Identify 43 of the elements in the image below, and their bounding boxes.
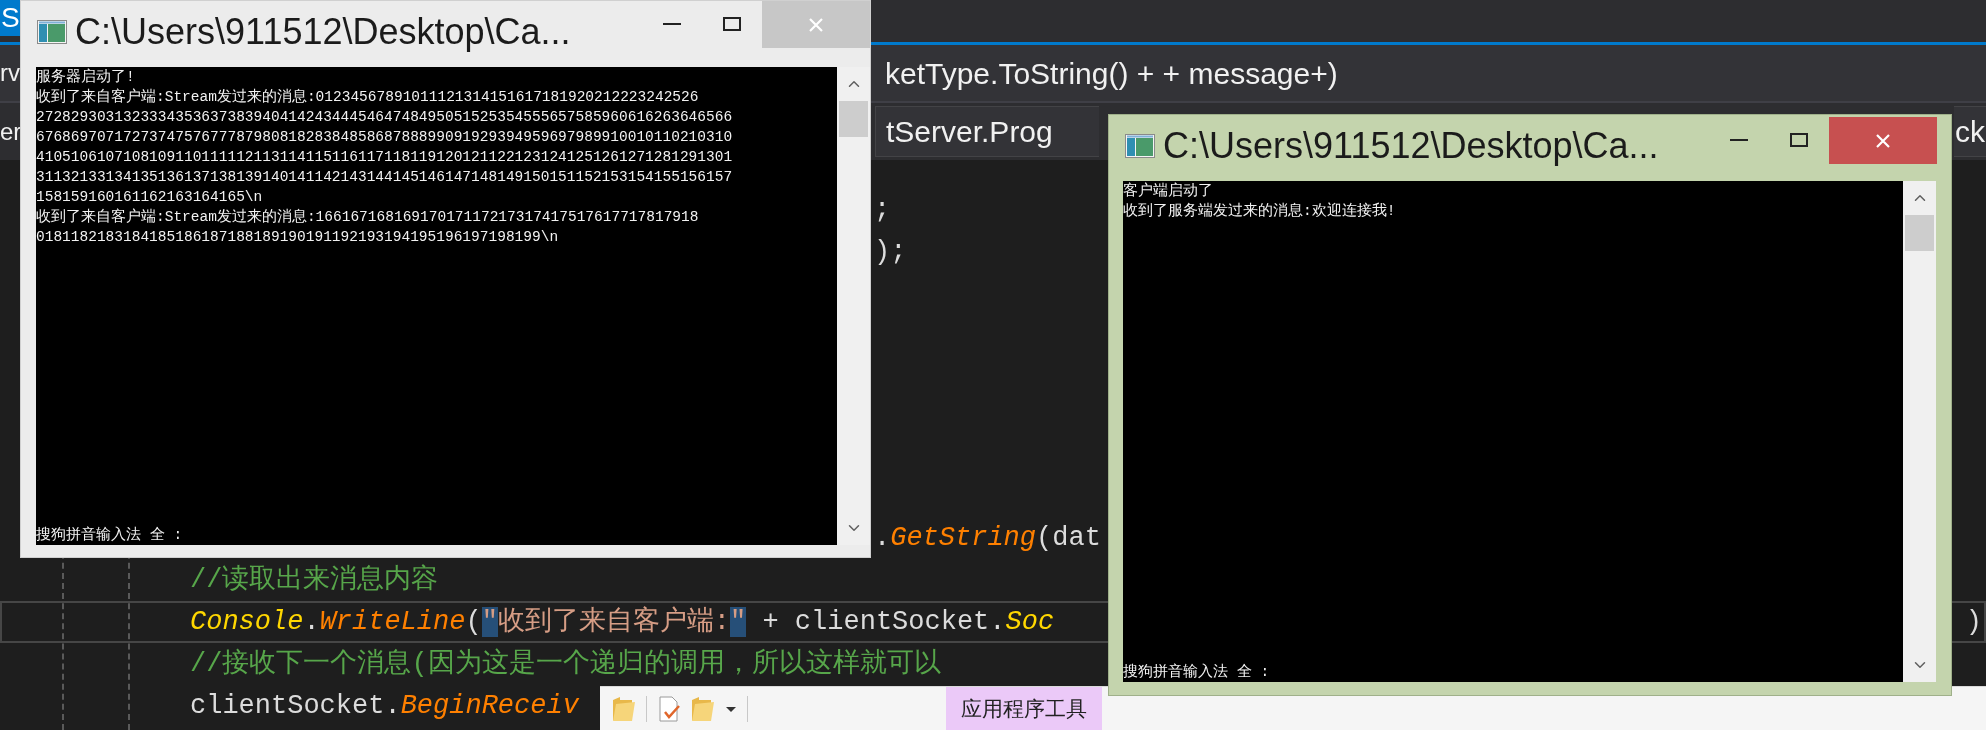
ime-status: 搜狗拼音输入法 全 : <box>36 525 184 545</box>
code-line: //读取出来消息内容 <box>190 563 439 597</box>
code-line: //接收下一个消息(因为这是一个递归的调用，所以这样就可以 <box>190 647 941 681</box>
maximize-icon[interactable] <box>723 17 741 31</box>
navigation-dropdown[interactable]: tServer.Prog <box>875 106 1099 157</box>
scrollbar[interactable] <box>837 67 870 545</box>
console-line: 服务器启动了! <box>36 67 136 87</box>
console-line: 67686970717273747576777879808182838485868788899091929394959697989910010110210310 <box>36 128 734 147</box>
code-line: clientSocket.BeginReceiv <box>190 689 579 723</box>
context-tab[interactable]: 应用程序工具 <box>946 687 1102 730</box>
caret-icon[interactable] <box>725 704 737 713</box>
console-line: 客户端启动了 <box>1123 181 1214 201</box>
code-line: .GetString(dat <box>874 521 1101 555</box>
console-window-icon <box>1125 134 1155 158</box>
code-preview: ketType.ToString() + + message+) <box>885 55 1338 92</box>
code-line: ; <box>874 193 891 227</box>
console-line: 收到了服务端发过来的消息:欢迎连接我! <box>1123 201 1397 221</box>
app-tile: S <box>0 0 20 36</box>
scrollbar-thumb[interactable] <box>839 101 868 137</box>
console-line: 0181182183184185186187188189190191192193194195196197198199\n <box>36 228 560 247</box>
console-line: 31132133134135136137138139140141142143144145146147148149150151152153154155156157 <box>36 168 734 187</box>
console-line: 41051061071081091101111121131141151161171181191201211221231241251261271281291301 <box>36 148 734 167</box>
code-line: Console.WriteLine("收到了来自客户端:" + clientSocket.Soc <box>190 605 1055 639</box>
scrollbar-thumb[interactable] <box>1905 215 1934 251</box>
document-check-icon[interactable] <box>657 695 681 722</box>
navigation-dropdown[interactable]: ck <box>1954 106 1986 157</box>
console-line: 158159160161162163164165\n <box>36 188 264 207</box>
code-fragment: er <box>0 116 20 147</box>
minimize-icon[interactable] <box>663 22 681 26</box>
code-fragment: rv <box>0 58 20 88</box>
code-line: ); <box>874 235 907 269</box>
minimize-icon[interactable] <box>1730 138 1748 142</box>
console-line: 27282930313233343536373839404142434445464748495051525354555657585960616263646566 <box>36 108 734 127</box>
window-title: C:\Users\911512\Desktop\Ca... <box>75 14 571 50</box>
console-line: 收到了来自客户端:Stream发过来的消息:16616716816917017117217317417517617717817918 <box>36 207 700 227</box>
maximize-icon[interactable] <box>1790 133 1808 147</box>
ime-status: 搜狗拼音输入法 全 : <box>1123 662 1271 682</box>
scrollbar[interactable] <box>1903 181 1936 682</box>
console-window-icon <box>37 20 67 44</box>
console-line: 收到了来自客户端:Stream发过来的消息:01234567891011121314151617181920212223242526 <box>36 87 700 107</box>
code-line: ) <box>1965 605 1983 639</box>
close-icon[interactable] <box>1875 132 1891 149</box>
window-title: C:\Users\911512\Desktop\Ca... <box>1163 128 1659 164</box>
